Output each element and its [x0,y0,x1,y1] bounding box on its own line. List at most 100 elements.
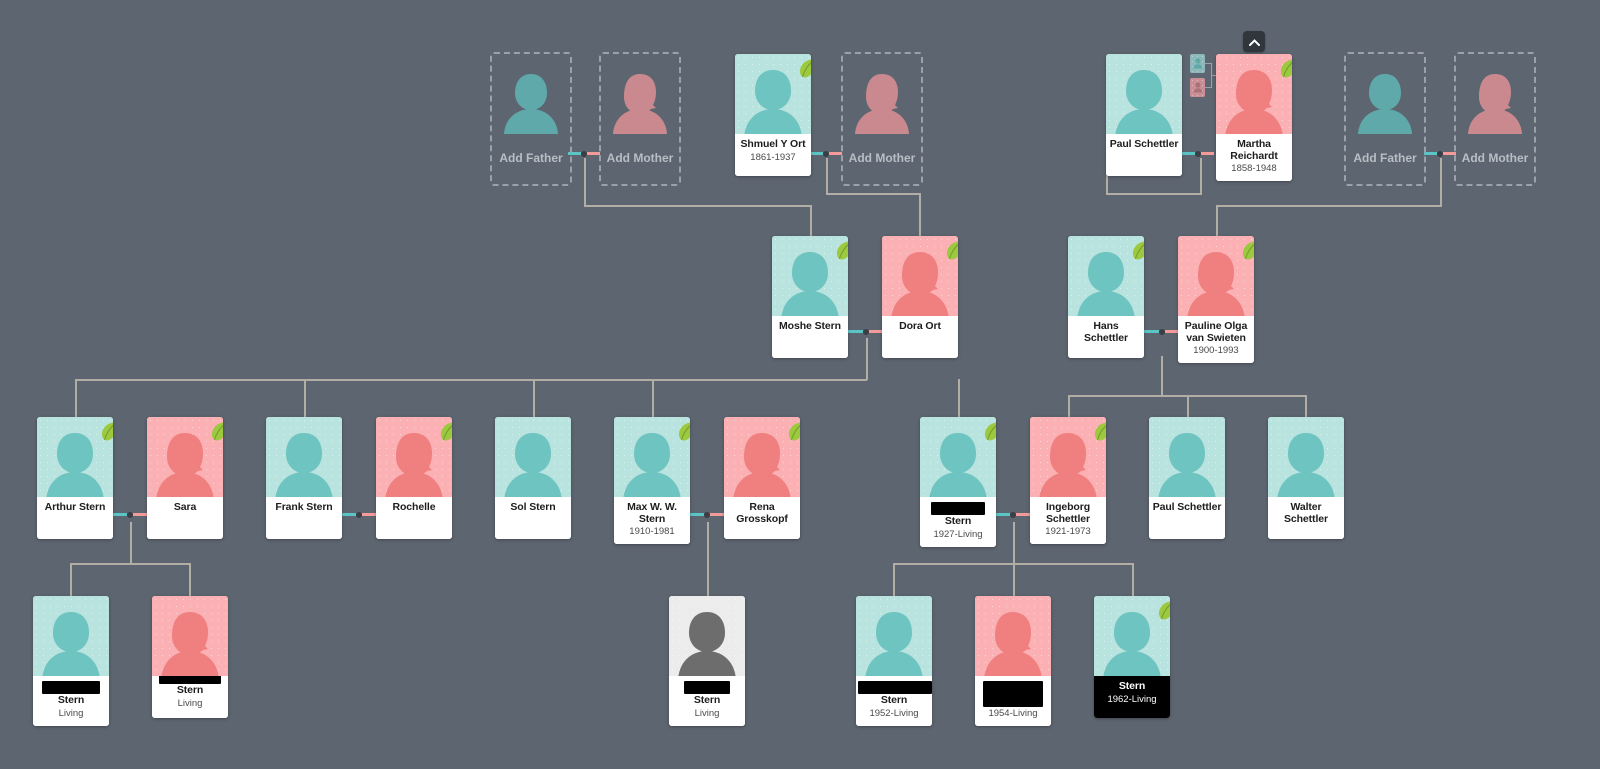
person-card[interactable]: Stern 1927-Living [920,417,996,547]
person-card[interactable]: 1954-Living [975,596,1051,726]
hint-leaf-icon[interactable] [833,236,848,260]
hint-leaf-icon[interactable] [208,417,223,441]
person-card[interactable]: Rochelle [376,417,452,539]
person-name: Paul Schettler [1109,138,1179,150]
person-photo [772,236,848,316]
redacted-name-bar [858,681,932,694]
connector-line [1305,395,1307,417]
add-father-placeholder[interactable]: Add Father [490,52,572,186]
female-silhouette-icon [853,68,911,145]
add-mother-placeholder[interactable]: Add Mother [1454,52,1536,186]
person-photo [1268,417,1344,497]
connector-line [70,563,190,565]
person-card[interactable]: Paul Schettler [1106,54,1182,176]
add-mother-placeholder[interactable]: Add Mother [841,52,923,186]
person-card[interactable]: Stern 1952-Living [856,596,932,726]
chevron-up-icon [1248,33,1260,51]
add-father-label: Add Father [1353,151,1417,165]
person-photo [669,596,745,676]
person-card[interactable]: Pauline Olga van Swieten 1900-1993 [1178,236,1254,363]
connector-line [1440,158,1442,206]
person-card[interactable]: Moshe Stern [772,236,848,358]
hint-leaf-icon[interactable] [943,236,958,260]
person-namebar: Rena Grosskopf [724,497,800,539]
person-card[interactable]: Sol Stern [495,417,571,539]
hint-leaf-icon[interactable] [1155,596,1170,620]
connector-line [893,563,895,596]
marriage-female-segment [710,513,725,516]
add-mother-label: Add Mother [1461,151,1529,165]
person-name: Stern [880,694,908,706]
family-tree-canvas[interactable]: Add Father Add Mother Add Mother Add Fat… [0,0,1600,769]
marriage-connector [112,511,148,518]
person-card[interactable]: Paul Schettler [1149,417,1225,539]
person-card[interactable]: Sara [147,417,223,539]
hint-leaf-icon[interactable] [1277,54,1292,78]
person-card[interactable]: Rena Grosskopf [724,417,800,539]
marriage-connector [810,150,842,157]
connector-line [584,205,812,207]
person-photo [1178,236,1254,316]
person-photo [495,417,571,497]
person-card[interactable]: Walter Schettler [1268,417,1344,539]
person-card[interactable]: Frank Stern [266,417,342,539]
person-name: Pauline Olga van Swieten [1184,320,1248,344]
hint-leaf-icon[interactable] [98,417,113,441]
hint-leaf-icon[interactable] [675,417,690,441]
person-card[interactable]: Stern Living [33,596,109,726]
person-card[interactable]: Stern 1962-Living [1094,596,1170,718]
add-mother-placeholder[interactable]: Add Mother [599,52,681,186]
connector-line [1216,205,1442,207]
hint-leaf-icon[interactable] [785,417,800,441]
person-card[interactable]: Dora Ort [882,236,958,358]
person-photo [1216,54,1292,134]
person-card[interactable]: Arthur Stern [37,417,113,539]
person-name: Ingeborg Schettler [1045,501,1091,525]
hint-leaf-icon[interactable] [1239,236,1254,260]
person-name: Stern [693,694,721,706]
add-mother-label: Add Mother [848,151,916,165]
marriage-connector [1144,328,1180,335]
person-photo [1094,596,1170,676]
marriage-female-segment [362,513,377,516]
person-namebar: Dora Ort [882,316,958,358]
person-name: Shmuel Y Ort [740,138,806,150]
hint-leaf-icon[interactable] [437,417,452,441]
hint-leaf-icon[interactable] [1091,417,1106,441]
person-card[interactable]: Martha Reichardt 1858-1948 [1216,54,1292,181]
person-namebar: Moshe Stern [772,316,848,358]
connector-line [1106,193,1202,195]
redacted-name-bar [684,681,730,694]
person-name: Paul Schettler [1152,501,1222,513]
person-namebar: Max W. W. Stern 1910-1981 [614,497,690,544]
hint-leaf-icon[interactable] [1129,236,1144,260]
marriage-male-segment [1182,152,1195,155]
person-name: Stern [1118,680,1146,692]
hint-leaf-icon[interactable] [981,417,996,441]
female-silhouette-icon [611,68,669,145]
person-namebar: Shmuel Y Ort 1861-1937 [735,134,811,176]
add-father-label: Add Father [499,151,563,165]
add-father-placeholder[interactable]: Add Father [1344,52,1426,186]
person-namebar: Rochelle [376,497,452,539]
person-name: Dora Ort [899,320,941,332]
person-card[interactable]: Max W. W. Stern 1910-1981 [614,417,690,544]
marriage-connector [1424,150,1456,157]
person-card[interactable]: Hans Schettler [1068,236,1144,358]
person-card[interactable]: Shmuel Y Ort 1861-1937 [735,54,811,176]
connector-line [1013,522,1015,564]
person-name: Martha Reichardt [1230,138,1278,162]
connector-line [707,522,709,596]
person-card[interactable]: Stern Living [152,596,228,718]
person-card[interactable]: Stern Living [669,596,745,726]
person-namebar: Walter Schettler [1268,497,1344,539]
person-card[interactable]: Ingeborg Schettler 1921-1973 [1030,417,1106,544]
collapse-parents-button[interactable] [1243,31,1265,52]
connector-line [533,379,535,417]
parents-indicator-icon[interactable] [1190,54,1217,100]
marriage-male-segment [1144,330,1159,333]
marriage-female-segment [133,513,148,516]
hint-leaf-icon[interactable] [796,54,811,78]
person-years: 1910-1981 [629,526,675,537]
marriage-male-segment [848,330,863,333]
